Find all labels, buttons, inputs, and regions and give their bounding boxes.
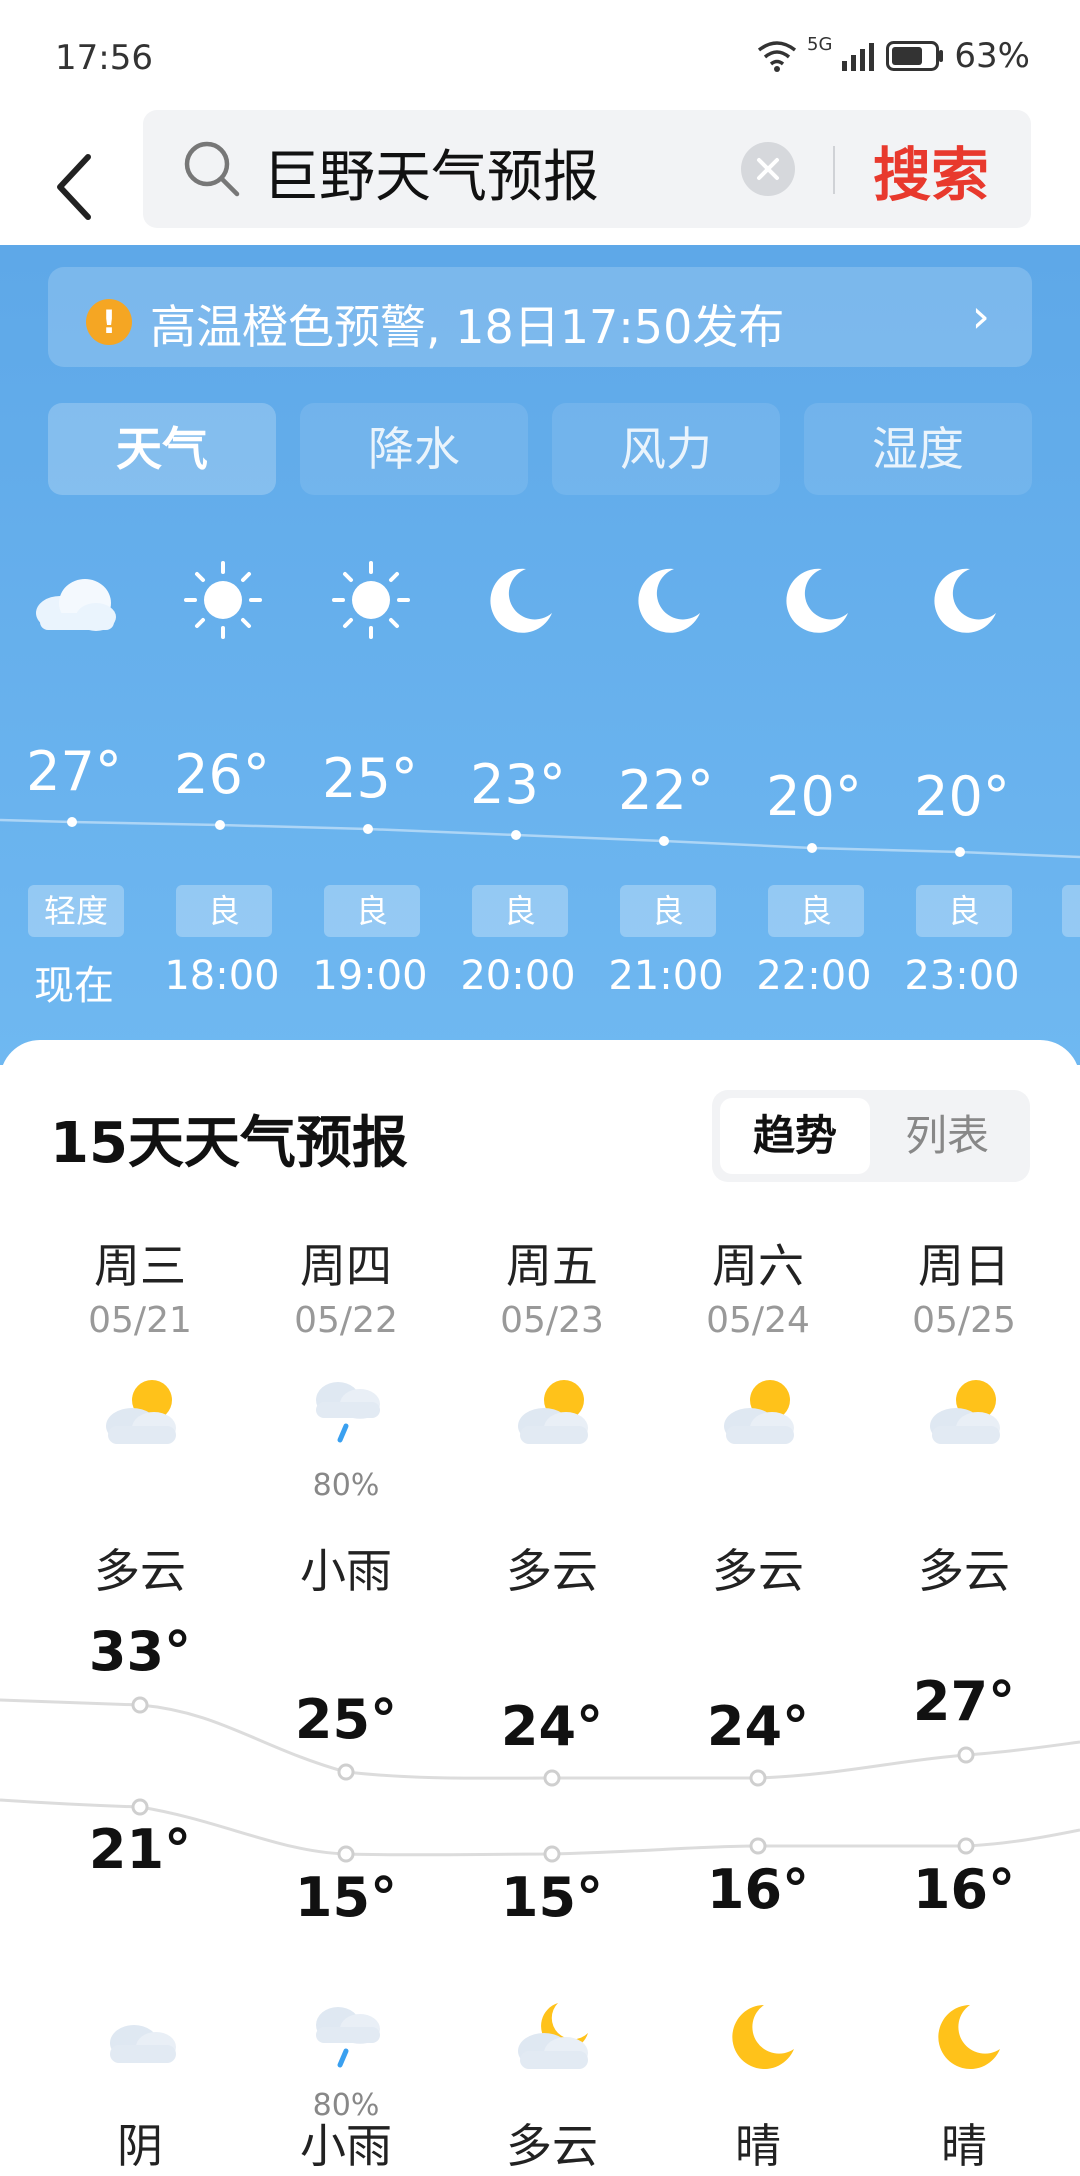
day-low-temp: 15° xyxy=(294,1866,398,1929)
search-input[interactable]: 巨野天气预报 xyxy=(263,132,599,213)
day-weather-desc: 多云 xyxy=(918,1544,1010,1598)
hourly-temp: 26° xyxy=(174,743,270,806)
hourly-time: 18:00 xyxy=(164,953,280,999)
signal-icon xyxy=(842,43,875,71)
search-icon xyxy=(184,141,240,197)
search-button[interactable]: 搜索 xyxy=(873,128,989,212)
hourly-time: 22:00 xyxy=(756,953,872,999)
hourly-time: 20:00 xyxy=(460,953,576,999)
night-weather-desc: 小雨 xyxy=(300,2119,392,2173)
hourly-temp: 27° xyxy=(26,740,122,803)
forecast-day[interactable]: 周三 05/21 多云 33° 21° 阴 xyxy=(37,1040,243,2173)
moon-icon xyxy=(732,2005,794,2069)
rain-icon xyxy=(316,1382,380,1443)
search-bar[interactable]: 巨野天气预报 搜索 xyxy=(143,110,1031,228)
aqi-badge: 良 xyxy=(768,885,864,937)
hourly-temp: 23° xyxy=(470,753,566,816)
day-weekday: 周六 xyxy=(712,1239,804,1293)
partly-cloudy-icon xyxy=(518,1380,588,1444)
day-weather-desc: 多云 xyxy=(506,1544,598,1598)
aqi-badge: 良 xyxy=(472,885,568,937)
status-icons: 5G 63% xyxy=(757,33,1030,76)
forecast-card: 15天天气预报 趋势 列表 周三 05/21 多云 33° 21° 阴 周四 0… xyxy=(0,1040,1080,2173)
moon-icon xyxy=(638,568,700,633)
day-date: 05/24 xyxy=(706,1300,810,1341)
forecast-day[interactable]: 周五 05/23 多云 24° 15° 多云 xyxy=(449,1040,655,2173)
rain-icon xyxy=(316,2007,380,2068)
day-weekday: 周五 xyxy=(506,1239,598,1293)
day-low-temp: 21° xyxy=(88,1818,192,1881)
day-high-temp: 24° xyxy=(706,1695,810,1758)
clear-search-button[interactable] xyxy=(741,142,795,196)
night-weather-desc: 晴 xyxy=(735,2119,781,2173)
battery-percent: 63% xyxy=(954,36,1030,76)
day-weather-desc: 小雨 xyxy=(300,1544,392,1598)
day-date: 05/25 xyxy=(912,1300,1016,1341)
back-button[interactable] xyxy=(48,132,108,222)
hourly-temp: 25° xyxy=(322,747,418,810)
aqi-badge: 良 xyxy=(916,885,1012,937)
cloudy-icon xyxy=(36,579,116,631)
partly-cloudy-icon xyxy=(106,1380,176,1444)
hourly-time: 23:00 xyxy=(904,953,1020,999)
aqi-badge: 轻度 xyxy=(28,885,124,937)
forecast-day[interactable]: 周六 05/24 多云 24° 16° 晴 xyxy=(655,1040,861,2173)
day-date: 05/22 xyxy=(294,1300,398,1341)
hourly-weather-panel: ! 高温橙色预警, 18日17:50发布 › 天气 降水 风力 湿度 27° 轻… xyxy=(0,245,1080,1065)
cloud-icon xyxy=(110,2025,176,2063)
day-high-temp: 24° xyxy=(500,1695,604,1758)
day-weekday: 周三 xyxy=(94,1239,186,1293)
hourly-time: 19:00 xyxy=(312,953,428,999)
moon-cloud-icon xyxy=(518,2003,588,2069)
forecast-day[interactable]: 周日 05/25 多云 27° 16° 晴 xyxy=(861,1040,1067,2173)
day-high-temp: 27° xyxy=(912,1670,1016,1733)
back-arrow-icon xyxy=(57,154,91,220)
forecast-day[interactable]: 周四 05/22 80% 小雨 25° 15° 80% 小雨 xyxy=(243,1040,449,2173)
day-low-temp: 16° xyxy=(912,1858,1016,1921)
search-header: 巨野天气预报 搜索 xyxy=(0,110,1080,245)
hourly-temp: 22° xyxy=(618,759,714,822)
sun-icon xyxy=(184,561,262,639)
wifi-icon xyxy=(757,41,797,72)
day-high-temp: 33° xyxy=(88,1620,192,1683)
hourly-time: 21:00 xyxy=(608,953,724,999)
status-time: 17:56 xyxy=(55,38,153,78)
hourly-temp: 20° xyxy=(766,765,862,828)
hourly-item-partial xyxy=(1062,885,1080,937)
partly-cloudy-icon xyxy=(724,1380,794,1444)
moon-icon xyxy=(490,568,552,633)
moon-icon xyxy=(786,568,848,633)
night-weather-desc: 多云 xyxy=(506,2119,598,2173)
hourly-time: 现在 xyxy=(34,963,114,1009)
aqi-badge: 良 xyxy=(324,885,420,937)
day-weekday: 周四 xyxy=(300,1239,392,1293)
battery-icon xyxy=(886,41,944,71)
close-icon xyxy=(757,158,779,180)
day-weather-desc: 多云 xyxy=(712,1544,804,1598)
day-weather-desc: 多云 xyxy=(94,1544,186,1598)
aqi-badge: 良 xyxy=(620,885,716,937)
night-weather-desc: 阴 xyxy=(117,2119,163,2173)
day-low-temp: 16° xyxy=(706,1858,810,1921)
day-high-temp: 25° xyxy=(294,1688,398,1751)
moon-icon xyxy=(934,568,996,633)
day-date: 05/23 xyxy=(500,1300,604,1341)
hourly-temp: 20° xyxy=(914,765,1010,828)
day-date: 05/21 xyxy=(88,1300,192,1341)
hourly-temp-line xyxy=(0,817,1080,859)
night-weather-desc: 晴 xyxy=(941,2119,987,2173)
sun-icon xyxy=(332,561,410,639)
partly-cloudy-icon xyxy=(930,1380,1000,1444)
day-weekday: 周日 xyxy=(918,1239,1010,1293)
network-type: 5G xyxy=(807,33,833,55)
status-bar: 17:56 5G 63% xyxy=(0,0,1080,110)
moon-icon xyxy=(938,2005,1000,2069)
aqi-badge: 良 xyxy=(176,885,272,937)
search-divider xyxy=(833,146,835,194)
day-low-temp: 15° xyxy=(500,1866,604,1929)
precip-probability: 80% xyxy=(312,1468,380,1503)
